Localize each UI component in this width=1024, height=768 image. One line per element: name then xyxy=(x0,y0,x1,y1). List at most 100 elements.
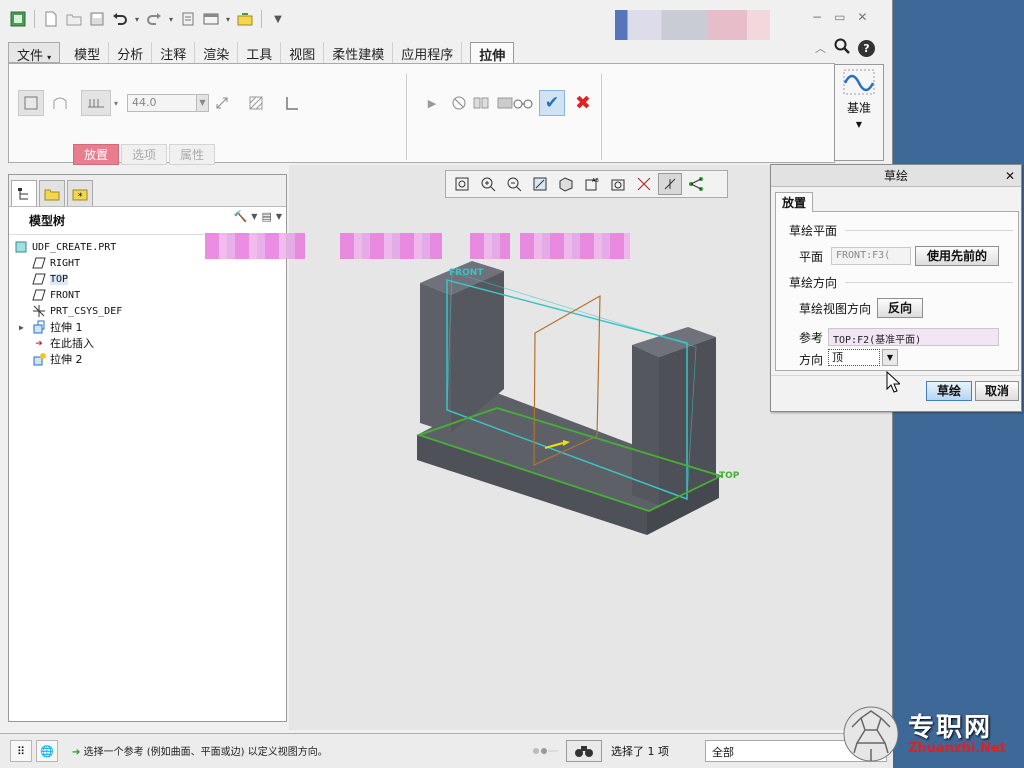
datum-display-filters-icon[interactable] xyxy=(632,173,656,195)
maximize-icon[interactable]: ▭ xyxy=(834,10,845,24)
divider xyxy=(261,10,262,28)
solid-icon[interactable] xyxy=(18,90,44,116)
subtab-placement[interactable]: 放置 xyxy=(73,144,120,165)
annotation-display-icon[interactable] xyxy=(684,173,708,195)
help-area: ︿ ? xyxy=(815,38,875,58)
datum-button[interactable]: 基准 ▼ xyxy=(834,64,884,161)
redo-icon[interactable] xyxy=(144,9,164,29)
window-title-blurred xyxy=(615,10,770,40)
tab-placement[interactable]: 放置 xyxy=(775,192,813,212)
tree-item-csys[interactable]: PRT_CSYS_DEF xyxy=(9,303,286,319)
direction-select[interactable]: 顶 xyxy=(828,349,880,366)
svg-text:AB: AB xyxy=(592,178,599,184)
glasses-icon[interactable] xyxy=(510,90,536,116)
collapse-ribbon-icon[interactable]: ︿ xyxy=(815,40,826,56)
tab-model[interactable]: 模型 xyxy=(66,42,110,63)
tree-item-extrude-1[interactable]: ▶ 拉伸 1 xyxy=(9,319,286,335)
spin-center-icon[interactable] xyxy=(658,173,682,195)
tab-tools[interactable]: 工具 xyxy=(238,42,282,63)
browser-toggle-icon[interactable]: 🌐 xyxy=(36,740,58,762)
sketch-button[interactable]: 草绘 xyxy=(926,381,972,401)
blurred-overlay xyxy=(205,233,305,259)
close-window-icon[interactable] xyxy=(235,9,255,29)
tree-item-label: TOP xyxy=(50,273,69,285)
orientation-group-label: 草绘方向 xyxy=(789,276,838,290)
show-list-icon[interactable]: ▤ xyxy=(261,210,271,223)
tab-view[interactable]: 视图 xyxy=(281,42,325,63)
tree-item-front[interactable]: FRONT xyxy=(9,287,286,303)
tab-analysis[interactable]: 分析 xyxy=(109,42,153,63)
sketch-dialog: 草绘 ✕ 放置 草绘平面 平面 FRONT:F3( 使用先前的 草绘方向 草绘视… xyxy=(770,164,1022,412)
model-tree-tab-icon[interactable] xyxy=(11,180,37,206)
tab-applications[interactable]: 应用程序 xyxy=(393,42,463,63)
tree-item-insert-here[interactable]: ➔ 在此插入 xyxy=(9,335,286,351)
dialog-title: 草绘 xyxy=(883,169,908,183)
find-icon[interactable] xyxy=(566,740,602,762)
chevron-down-icon[interactable]: ▼ xyxy=(196,95,208,111)
repaint-icon[interactable] xyxy=(528,173,552,195)
chevron-down-icon[interactable]: ▼ xyxy=(882,349,898,366)
watermark-cn-text: 专职网 xyxy=(908,713,993,743)
chevron-down-icon[interactable]: ▼ xyxy=(251,212,257,221)
tree-item-extrude-2[interactable]: 拉伸 2 xyxy=(9,351,286,367)
flip-direction-icon[interactable] xyxy=(209,90,235,116)
dialog-titlebar[interactable]: 草绘 ✕ xyxy=(771,165,1021,187)
app-icon[interactable] xyxy=(8,9,28,29)
use-previous-button[interactable]: 使用先前的 xyxy=(915,246,999,266)
save-icon[interactable] xyxy=(87,9,107,29)
view-manager-icon[interactable] xyxy=(606,173,630,195)
saved-orientations-icon[interactable]: AB xyxy=(580,173,604,195)
tab-annotate[interactable]: 注释 xyxy=(152,42,196,63)
close-icon[interactable]: ✕ xyxy=(857,10,867,24)
undo-icon[interactable] xyxy=(110,9,130,29)
help-icon[interactable]: ? xyxy=(858,39,875,57)
dashboard-subtabs: 放置 选项 属性 xyxy=(73,144,217,165)
cancel-x-icon[interactable]: ✖ xyxy=(570,90,596,116)
favorites-tab-icon[interactable]: * xyxy=(67,180,93,206)
settings-hammer-icon[interactable]: 🔨 xyxy=(234,210,248,223)
remove-material-icon[interactable] xyxy=(243,90,269,116)
surface-icon[interactable] xyxy=(47,90,73,116)
tab-render[interactable]: 渲染 xyxy=(195,42,239,63)
depth-dropdown-icon[interactable]: ▾ xyxy=(110,90,122,116)
undo-dropdown-icon[interactable]: ▾ xyxy=(133,9,141,29)
zoom-out-icon[interactable] xyxy=(502,173,526,195)
subtab-properties[interactable]: 属性 xyxy=(169,144,216,165)
ribbon-tabs: 文件 ▾ 模型 分析 注释 渲染 工具 视图 柔性建模 应用程序 拉伸 xyxy=(8,41,515,64)
sketch-plane-field[interactable]: FRONT:F3( xyxy=(831,247,911,265)
expand-arrow-icon[interactable]: ▶ xyxy=(19,323,31,332)
close-icon[interactable]: ✕ xyxy=(1005,165,1015,187)
chevron-down-icon[interactable]: ▼ xyxy=(276,212,282,221)
flip-button[interactable]: 反向 xyxy=(877,298,923,318)
windows-icon[interactable] xyxy=(201,9,221,29)
cancel-button[interactable]: 取消 xyxy=(975,381,1019,401)
folder-browser-tab-icon[interactable] xyxy=(39,180,65,206)
blurred-overlay xyxy=(520,233,630,259)
refit-icon[interactable] xyxy=(450,173,474,195)
customize-toolbar-icon[interactable]: ▼ xyxy=(268,9,288,29)
tab-flexible-modeling[interactable]: 柔性建模 xyxy=(324,42,394,63)
tab-extrude[interactable]: 拉伸 xyxy=(470,42,515,64)
depth-input[interactable]: 44.0 ▼ xyxy=(127,94,209,112)
play-icon[interactable]: ▶ xyxy=(419,90,445,116)
reference-field[interactable]: TOP:F2(基准平面) xyxy=(828,328,999,346)
search-icon[interactable] xyxy=(834,38,850,58)
thicken-icon[interactable] xyxy=(279,90,305,116)
navigator-toggle-icon[interactable]: ⠿ xyxy=(10,740,32,762)
confirm-check-icon[interactable]: ✔ xyxy=(539,90,565,116)
navigator-tabs: * xyxy=(9,175,286,207)
subtab-options[interactable]: 选项 xyxy=(121,144,168,165)
windows-dropdown-icon[interactable]: ▾ xyxy=(224,9,232,29)
redo-dropdown-icon[interactable]: ▾ xyxy=(167,9,175,29)
zoom-in-icon[interactable] xyxy=(476,173,500,195)
minimize-icon[interactable]: − xyxy=(812,10,822,24)
open-icon[interactable] xyxy=(64,9,84,29)
depth-blind-icon[interactable] xyxy=(81,90,111,116)
insert-arrow-icon: ➔ xyxy=(35,336,43,350)
tab-file[interactable]: 文件 ▾ xyxy=(8,42,61,64)
regenerate-icon[interactable] xyxy=(178,9,198,29)
preview-icon[interactable] xyxy=(469,90,495,116)
new-icon[interactable] xyxy=(41,9,61,29)
tree-item-top[interactable]: TOP xyxy=(9,271,286,287)
display-style-icon[interactable] xyxy=(554,173,578,195)
